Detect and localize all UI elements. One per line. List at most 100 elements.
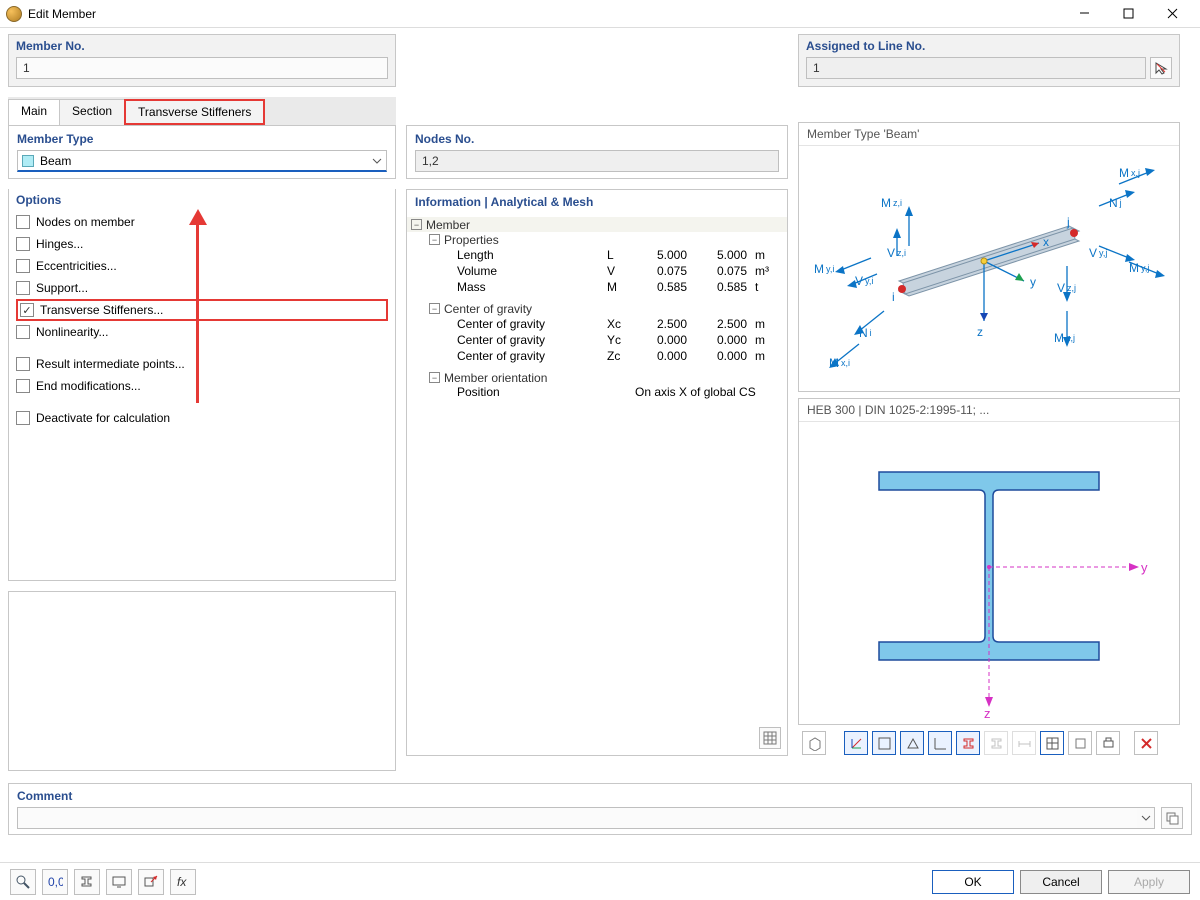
tabstrip: Main Section Transverse Stiffeners xyxy=(8,97,396,126)
option-eccentricities[interactable]: Eccentricities... xyxy=(16,255,388,277)
svg-text:fx: fx xyxy=(177,875,187,889)
member-no-input[interactable] xyxy=(16,57,388,79)
prop-length-v1: 5.000 xyxy=(635,248,695,262)
tool-ibeam-grey[interactable] xyxy=(984,731,1008,755)
tool-ibeam-red[interactable] xyxy=(956,731,980,755)
cog-y-unit: m xyxy=(755,333,783,347)
copy-icon xyxy=(1165,811,1179,825)
axes-icon xyxy=(849,736,864,751)
maximize-button[interactable] xyxy=(1106,0,1150,28)
option-hinges[interactable]: Hinges... xyxy=(16,233,388,255)
cog-z-label: Center of gravity xyxy=(457,349,607,363)
assigned-line-input[interactable] xyxy=(806,57,1146,79)
ibeam-axes-icon xyxy=(79,874,95,890)
cog-z-v1: 0.000 xyxy=(635,349,695,363)
close-button[interactable] xyxy=(1150,0,1194,28)
pick-line-button[interactable] xyxy=(1150,57,1172,79)
tool-supports-button[interactable] xyxy=(900,731,924,755)
help-button[interactable] xyxy=(10,869,36,895)
beam-swatch-icon xyxy=(22,155,34,167)
function-button[interactable]: fx xyxy=(170,869,196,895)
apply-button[interactable]: Apply xyxy=(1108,870,1190,894)
option-nonlinearity[interactable]: Nonlinearity... xyxy=(16,321,388,343)
svg-text:z: z xyxy=(984,706,991,721)
member-ibeam-button[interactable] xyxy=(74,869,100,895)
tool-clear-button[interactable] xyxy=(1134,731,1158,755)
tool-view-button[interactable] xyxy=(802,731,826,755)
tool-dimensions-button[interactable] xyxy=(1012,731,1036,755)
cog-x-unit: m xyxy=(755,317,783,331)
tab-section[interactable]: Section xyxy=(59,99,125,125)
option-deactivate-calculation[interactable]: Deactivate for calculation xyxy=(16,407,388,429)
comment-copy-button[interactable] xyxy=(1161,807,1183,829)
cog-z-v2: 0.000 xyxy=(695,349,755,363)
cog-y-label: Center of gravity xyxy=(457,333,607,347)
prop-length-v2: 5.000 xyxy=(695,248,755,262)
cog-y-v1: 0.000 xyxy=(635,333,695,347)
member-type-select[interactable]: Beam xyxy=(17,150,387,172)
ok-button[interactable]: OK xyxy=(932,870,1014,894)
minimize-button[interactable] xyxy=(1062,0,1106,28)
collapse-icon[interactable]: − xyxy=(429,234,440,245)
tab-main[interactable]: Main xyxy=(8,99,60,125)
fx-icon: fx xyxy=(175,874,191,890)
comment-dropdown-button[interactable] xyxy=(1137,807,1155,829)
prop-volume-v1: 0.075 xyxy=(635,264,695,278)
tool-grid-button[interactable] xyxy=(1040,731,1064,755)
member-type-preview: x y z i j xyxy=(799,146,1179,391)
collapse-icon[interactable]: − xyxy=(411,219,422,230)
cancel-button[interactable]: Cancel xyxy=(1020,870,1102,894)
3dview-button[interactable] xyxy=(106,869,132,895)
ruler-icon xyxy=(1017,736,1032,751)
prop-mass-label: Mass xyxy=(457,280,607,294)
dialog-bottom-bar: 0,00 fx OK Cancel Apply xyxy=(0,862,1200,900)
option-support[interactable]: Support... xyxy=(16,277,388,299)
title-bar: Edit Member xyxy=(0,0,1200,28)
chevron-down-icon xyxy=(1141,813,1151,823)
wire-icon xyxy=(1073,736,1088,751)
comment-input[interactable] xyxy=(17,807,1137,829)
member-type-label: Member Type xyxy=(17,132,387,146)
collapse-icon[interactable]: − xyxy=(429,372,440,383)
tree-orientation: Member orientation xyxy=(444,371,547,385)
tab-transverse-stiffeners[interactable]: Transverse Stiffeners xyxy=(124,99,265,125)
magnifier-icon xyxy=(15,874,31,890)
section-preview-panel: HEB 300 | DIN 1025-2:1995-11; ... xyxy=(798,398,1180,725)
nodes-no-panel: Nodes No. xyxy=(406,125,788,179)
svg-text:j: j xyxy=(1066,215,1070,229)
svg-text:0,00: 0,00 xyxy=(48,875,63,889)
grid-icon xyxy=(763,731,777,745)
assigned-line-label: Assigned to Line No. xyxy=(806,39,1172,53)
tool-local-cs-button[interactable] xyxy=(844,731,868,755)
tool-section-button[interactable] xyxy=(872,731,896,755)
ibeam-icon xyxy=(961,736,976,751)
export-button[interactable] xyxy=(138,869,164,895)
collapse-icon[interactable]: − xyxy=(429,303,440,314)
cog-z-sym: Zc xyxy=(607,349,635,363)
units-button[interactable]: 0,00 xyxy=(42,869,68,895)
print-icon xyxy=(1101,736,1116,751)
tool-print-button[interactable] xyxy=(1096,731,1120,755)
member-type-panel: Member Type Beam xyxy=(8,126,396,179)
tree-member: Member xyxy=(426,218,470,232)
nodes-no-input[interactable] xyxy=(415,150,779,172)
comment-panel: Comment xyxy=(8,783,1192,835)
prop-volume-sym: V xyxy=(607,264,635,278)
support-icon xyxy=(905,736,920,751)
prop-mass-v2: 0.585 xyxy=(695,280,755,294)
member-type-preview-title: Member Type 'Beam' xyxy=(799,123,1179,146)
tool-wireframe-button[interactable] xyxy=(1068,731,1092,755)
section-icon xyxy=(877,736,892,751)
option-end-modifications[interactable]: End modifications... xyxy=(16,375,388,397)
cog-x-v2: 2.500 xyxy=(695,317,755,331)
tool-cs-button[interactable] xyxy=(928,731,952,755)
member-type-preview-panel: Member Type 'Beam' x y z xyxy=(798,122,1180,392)
option-transverse-stiffeners[interactable]: Transverse Stiffeners... xyxy=(16,299,388,321)
grid-tool-button[interactable] xyxy=(759,727,781,749)
cog-z-unit: m xyxy=(755,349,783,363)
options-panel: Options Nodes on member Hinges... Eccent… xyxy=(8,189,396,581)
option-result-intermediate-points[interactable]: Result intermediate points... xyxy=(16,353,388,375)
comment-label: Comment xyxy=(17,789,1183,803)
x-icon xyxy=(1139,736,1154,751)
member-no-label: Member No. xyxy=(16,39,388,53)
